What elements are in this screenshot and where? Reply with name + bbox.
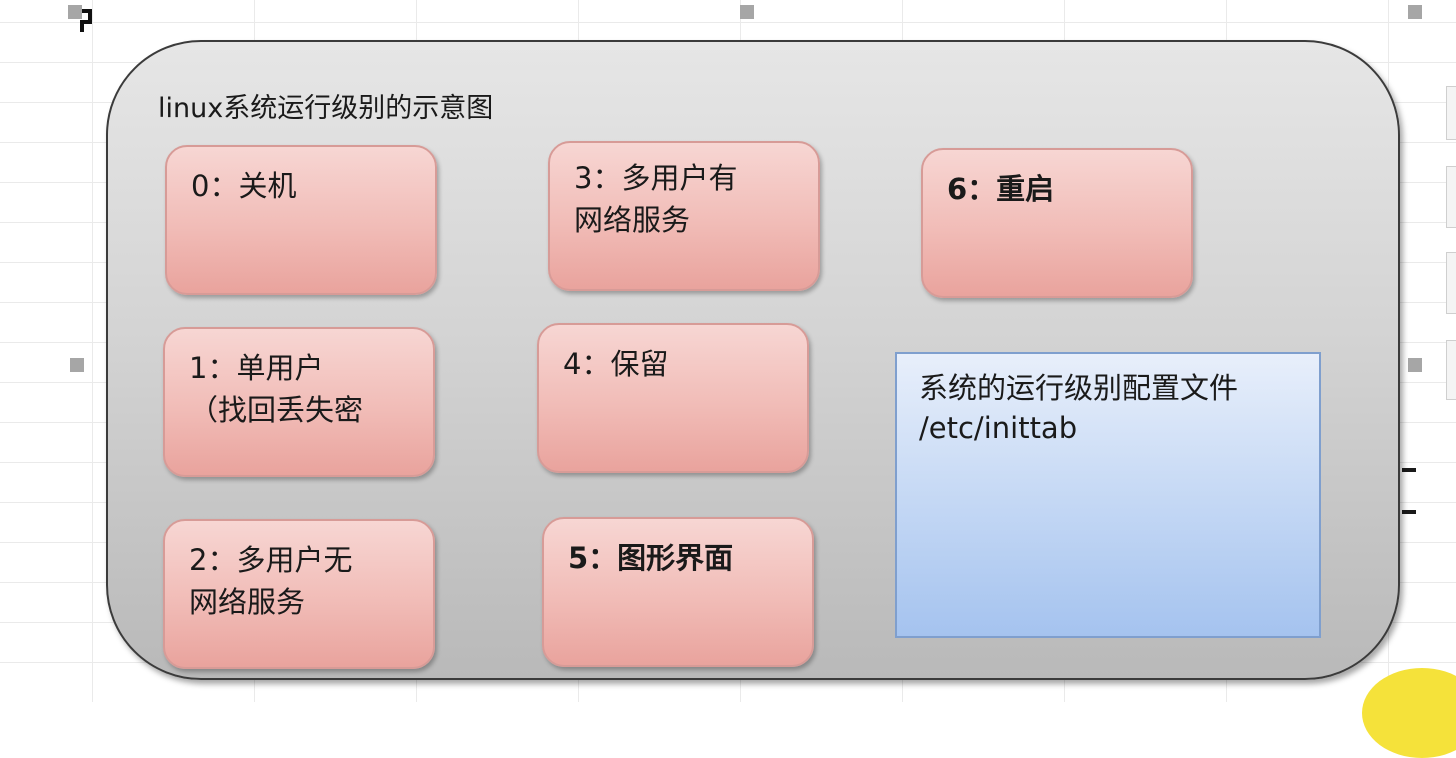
selection-handle-top-left[interactable] [68, 5, 82, 19]
runlevel-box-3[interactable]: 3：多用户有 网络服务 [548, 141, 820, 291]
runlevel-box-5[interactable]: 5：图形界面 [542, 517, 814, 667]
runlevel-box-2[interactable]: 2：多用户无 网络服务 [163, 519, 435, 669]
diagram-title: linux系统运行级别的示意图 [158, 93, 494, 124]
runlevel-label: 4：保留 [563, 347, 669, 381]
runlevel-label: 2：多用户无 网络服务 [189, 543, 353, 619]
runlevel-label: 3：多用户有 网络服务 [574, 161, 738, 237]
side-panel-tab[interactable] [1446, 86, 1456, 140]
selection-handle-middle-left[interactable] [70, 358, 84, 372]
runlevel-label: 0：关机 [191, 169, 297, 203]
config-file-text: 系统的运行级别配置文件 /etc/inittab [919, 371, 1239, 445]
side-panel-tab[interactable] [1446, 166, 1456, 228]
runlevel-box-0[interactable]: 0：关机 [165, 145, 437, 295]
selection-handle-middle-right[interactable] [1408, 358, 1422, 372]
selection-handle-top-center[interactable] [740, 5, 754, 19]
runlevel-label: 6：重启 [947, 172, 1055, 206]
side-panel-tab[interactable] [1446, 252, 1456, 314]
runlevel-label: 1：单用户 （找回丢失密 [189, 351, 364, 427]
selection-handle-top-right[interactable] [1408, 5, 1422, 19]
margin-tick [1402, 510, 1416, 514]
config-file-note[interactable]: 系统的运行级别配置文件 /etc/inittab [895, 352, 1321, 638]
margin-tick [1402, 468, 1416, 472]
side-panel-tab[interactable] [1446, 340, 1456, 400]
runlevel-box-6[interactable]: 6：重启 [921, 148, 1193, 298]
runlevel-label: 5：图形界面 [568, 541, 734, 575]
runlevel-box-1[interactable]: 1：单用户 （找回丢失密 [163, 327, 435, 477]
runlevel-box-4[interactable]: 4：保留 [537, 323, 809, 473]
